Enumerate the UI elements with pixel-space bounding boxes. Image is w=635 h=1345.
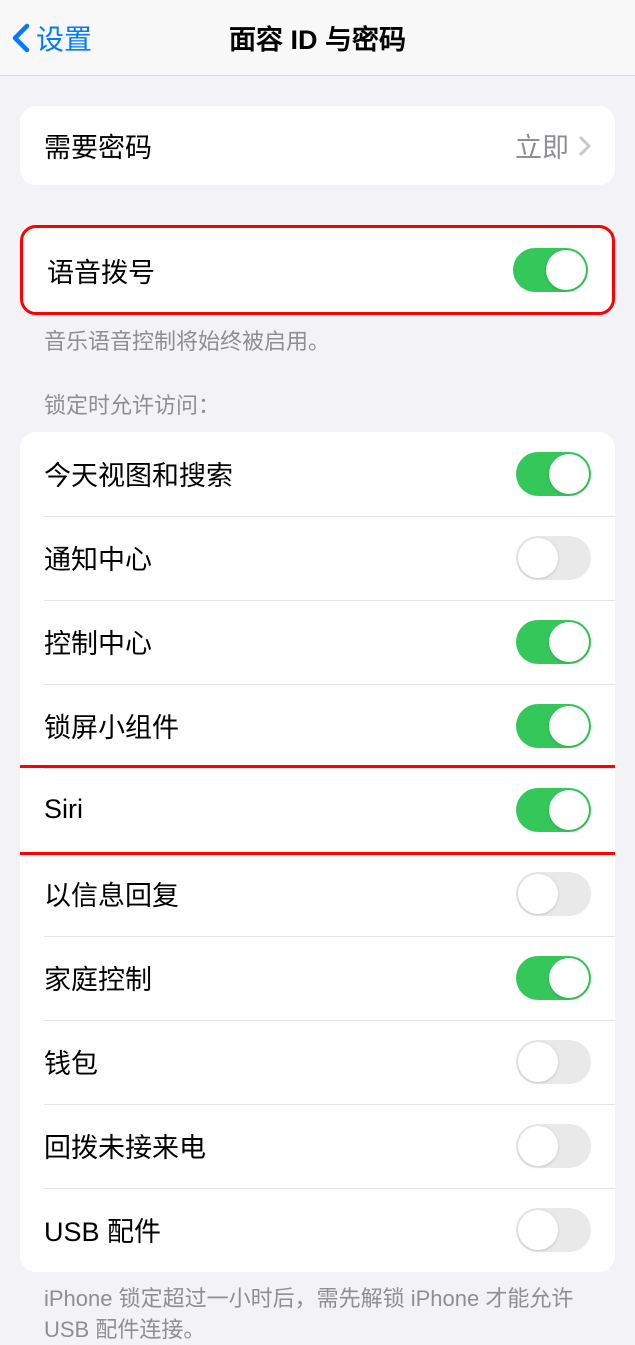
nav-bar: 设置 面容 ID 与密码 [0, 0, 635, 76]
lock-item-label: USB 配件 [44, 1210, 161, 1249]
back-label: 设置 [36, 18, 92, 58]
lock-item-row: USB 配件 [20, 1188, 615, 1272]
lock-item-label: 今天视图和搜索 [44, 454, 233, 493]
lock-access-group: 今天视图和搜索通知中心控制中心锁屏小组件 Siri 以信息回复家庭控制钱包回拨未接来… [20, 432, 615, 1272]
lock-item-toggle[interactable] [516, 704, 591, 748]
lock-item-row: 钱包 [20, 1020, 615, 1104]
lock-item-label: 以信息回复 [44, 874, 179, 913]
lock-item-label: Siri [44, 794, 83, 825]
page-title: 面容 ID 与密码 [0, 18, 635, 57]
lock-item-toggle[interactable] [516, 1208, 591, 1252]
row-right: 立即 [515, 126, 591, 165]
voice-dial-group: 语音拨号 [20, 225, 615, 315]
lock-item-row: Siri [20, 765, 615, 855]
lock-item-toggle[interactable] [516, 452, 591, 496]
lock-item-toggle[interactable] [516, 1124, 591, 1168]
voice-dial-row: 语音拨号 [23, 228, 612, 312]
lock-item-row: 以信息回复 [20, 852, 615, 936]
lock-item-toggle[interactable] [516, 620, 591, 664]
lock-item-toggle[interactable] [516, 956, 591, 1000]
usb-footer: iPhone 锁定超过一小时后，需先解锁 iPhone 才能允许 USB 配件连… [20, 1272, 615, 1345]
require-passcode-value: 立即 [515, 126, 569, 165]
lock-item-row: 锁屏小组件 [20, 684, 615, 768]
lock-item-label: 锁屏小组件 [44, 706, 179, 745]
lock-item-label: 钱包 [44, 1042, 98, 1081]
lock-item-toggle[interactable] [516, 1040, 591, 1084]
lock-item-label: 通知中心 [44, 538, 152, 577]
lock-item-row: 回拨未接来电 [20, 1104, 615, 1188]
lock-item-row: 今天视图和搜索 [20, 432, 615, 516]
lock-item-row: 控制中心 [20, 600, 615, 684]
voice-dial-toggle[interactable] [513, 248, 588, 292]
lock-item-row: 家庭控制 [20, 936, 615, 1020]
require-passcode-label: 需要密码 [44, 126, 152, 165]
lock-access-header: 锁定时允许访问： [20, 358, 615, 432]
lock-item-label: 控制中心 [44, 622, 152, 661]
require-passcode-row[interactable]: 需要密码 立即 [20, 106, 615, 185]
lock-item-toggle[interactable] [516, 872, 591, 916]
lock-item-label: 回拨未接来电 [44, 1126, 206, 1165]
voice-dial-label: 语音拨号 [47, 251, 155, 290]
lock-item-row: 通知中心 [20, 516, 615, 600]
back-button[interactable]: 设置 [0, 18, 92, 58]
lock-item-toggle[interactable] [516, 788, 591, 832]
chevron-left-icon [12, 23, 30, 53]
require-passcode-group: 需要密码 立即 [20, 106, 615, 185]
chevron-right-icon [579, 136, 591, 156]
lock-item-toggle[interactable] [516, 536, 591, 580]
voice-dial-footer: 音乐语音控制将始终被启用。 [20, 315, 615, 358]
lock-item-label: 家庭控制 [44, 958, 152, 997]
